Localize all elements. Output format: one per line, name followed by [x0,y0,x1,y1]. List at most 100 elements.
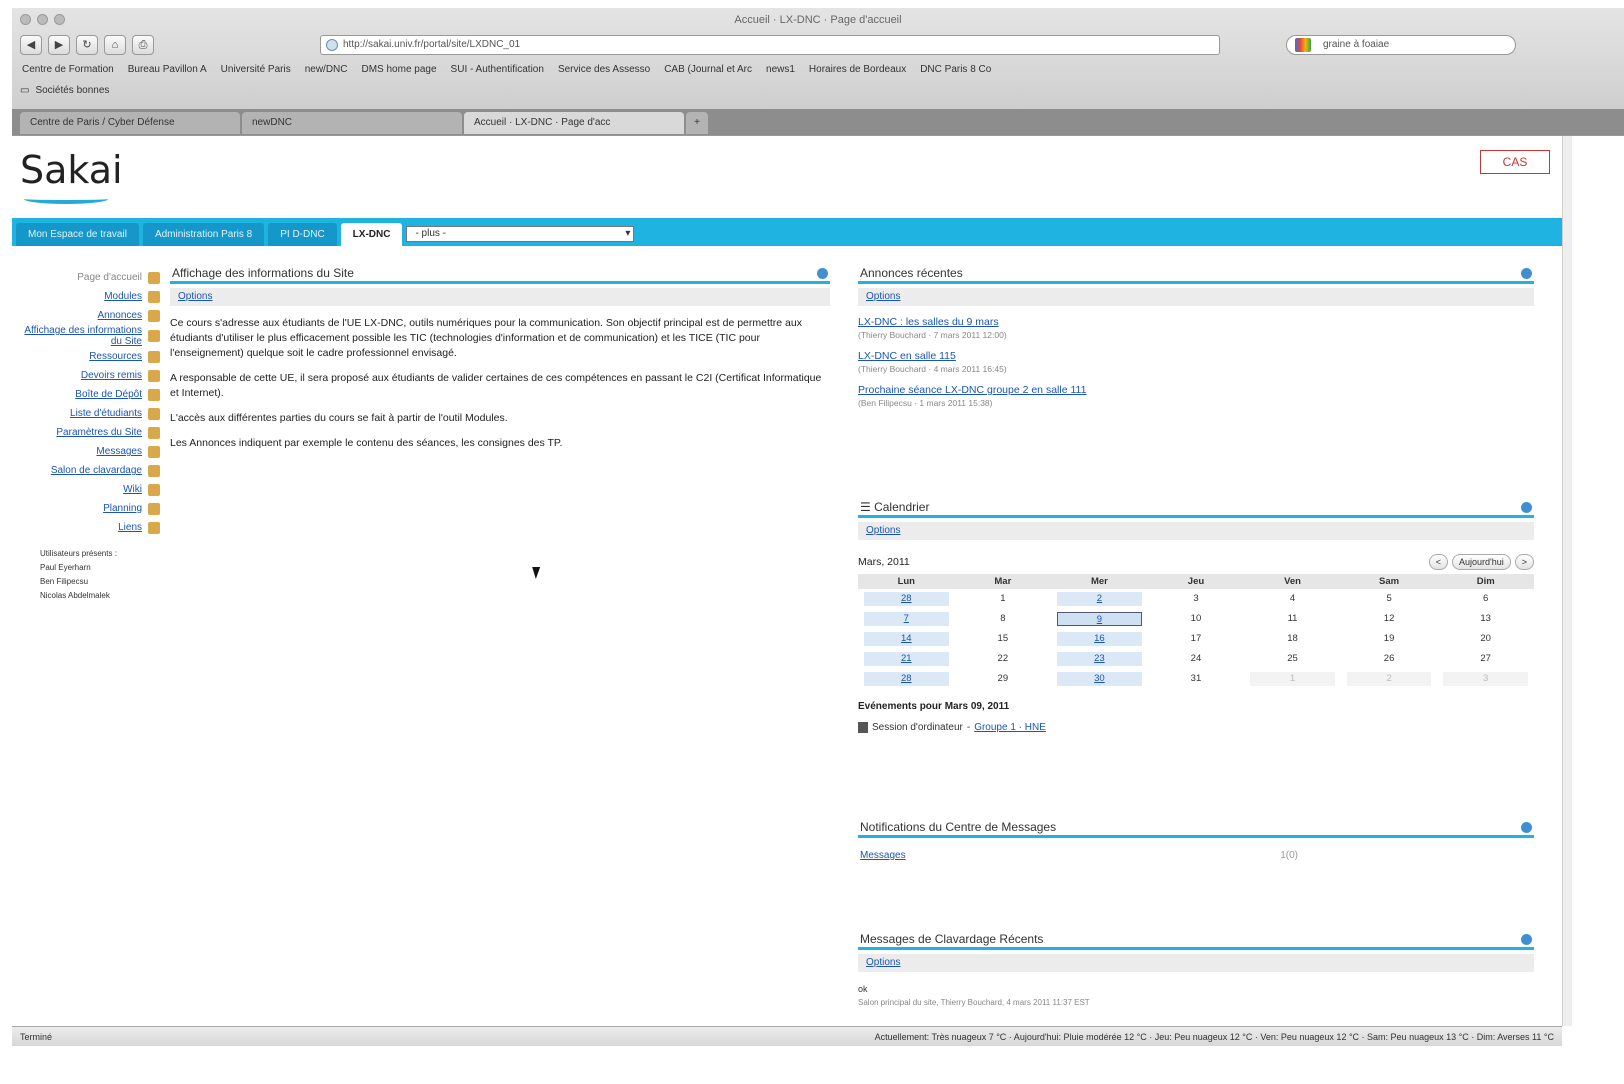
tool-menu-item[interactable]: Planning [20,499,160,518]
tool-menu-item[interactable]: Ressources [20,347,160,366]
help-icon[interactable] [1521,934,1532,945]
calendar-day-cell[interactable]: 5 [1341,589,1438,609]
tool-menu-item[interactable]: Liste d'étudiants [20,404,160,423]
calendar-day-cell[interactable]: 11 [1244,609,1341,629]
calendar-day-cell[interactable]: 24 [1148,649,1245,669]
browser-tab[interactable]: newDNC [242,112,462,134]
calendar-day-cell[interactable]: 28 [858,589,955,609]
tool-menu-item[interactable]: Modules [20,287,160,306]
options-link[interactable]: Options [866,291,900,302]
calendar-day[interactable]: 11 [1250,612,1335,626]
tool-menu-item[interactable]: Liens [20,518,160,537]
calendar-day[interactable]: 14 [864,632,949,646]
calendar-day[interactable]: 18 [1250,632,1335,646]
bookmark-item[interactable]: Bureau Pavillon A [128,64,207,75]
options-link[interactable]: Options [178,291,212,302]
announcement-link[interactable]: LX-DNC : les salles du 9 mars [858,316,999,328]
tool-menu-label[interactable]: Messages [96,446,142,457]
more-sites-select[interactable]: - plus - [406,226,635,242]
home-icon[interactable]: ⌂ [104,35,126,55]
tool-menu-label[interactable]: Paramètres du Site [56,427,142,438]
calendar-day[interactable]: 25 [1250,652,1335,666]
bookmark-item[interactable]: Service des Assesso [558,64,650,75]
calendar-day-cell[interactable]: 16 [1051,629,1148,649]
calendar-day[interactable]: 26 [1347,652,1432,666]
bookmark-item[interactable]: news1 [766,64,795,75]
calendar-day[interactable]: 10 [1154,612,1239,626]
page-scrollbar[interactable] [1562,136,1572,1026]
today-button[interactable]: Aujourd'hui [1451,554,1511,570]
calendar-day[interactable]: 3 [1443,672,1528,686]
calendar-day[interactable]: 3 [1154,592,1239,606]
browser-tab[interactable]: Centre de Paris / Cyber Défense [20,112,240,134]
bookmark-item[interactable]: new/DNC [305,64,348,75]
tool-menu-label[interactable]: Devoirs remis [81,370,142,381]
site-tab-current[interactable]: LX-DNC [340,223,403,246]
tool-menu-label[interactable]: Boîte de Dépôt [75,389,142,400]
help-icon[interactable] [1521,822,1532,833]
calendar-day[interactable]: 23 [1057,652,1142,666]
calendar-day[interactable]: 28 [864,672,949,686]
calendar-day[interactable]: 30 [1057,672,1142,686]
previous-month-button[interactable]: < [1428,554,1448,570]
bookmark-item[interactable]: Université Paris [221,64,291,75]
forward-icon[interactable]: ▶ [48,35,70,55]
calendar-day[interactable]: 28 [864,592,949,606]
calendar-day-cell[interactable]: 3 [1437,669,1534,689]
calendar-day[interactable]: 2 [1346,672,1432,686]
calendar-day[interactable]: 27 [1443,652,1528,666]
calendar-day[interactable]: 12 [1347,612,1432,626]
calendar-day[interactable]: 1 [961,592,1046,606]
calendar-day[interactable]: 13 [1443,612,1528,626]
event-link[interactable]: Groupe 1 · HNE [974,722,1046,733]
calendar-day-cell[interactable]: 23 [1051,649,1148,669]
calendar-day-cell[interactable]: 29 [955,669,1052,689]
calendar-day-cell[interactable]: 21 [858,649,955,669]
tool-menu-label[interactable]: Page d'accueil [77,272,142,283]
tool-menu-label[interactable]: Annonces [98,310,142,321]
tool-menu-item[interactable]: Affichage des informations du Site [20,325,160,347]
calendar-day-cell[interactable]: 13 [1437,609,1534,629]
calendar-day-cell[interactable]: 17 [1148,629,1245,649]
minimize-window-button[interactable] [37,14,48,25]
tool-menu-label[interactable]: Liste d'étudiants [70,408,142,419]
back-icon[interactable]: ◀ [20,35,42,55]
tool-menu-item[interactable]: Wiki [20,480,160,499]
site-tab[interactable]: Mon Espace de travail [16,223,139,246]
calendar-day[interactable]: 21 [864,652,949,666]
calendar-day-cell[interactable]: 4 [1244,589,1341,609]
bookmark-item[interactable]: Horaires de Bordeaux [809,64,906,75]
calendar-day[interactable]: 1 [1250,672,1335,686]
calendar-day-cell[interactable]: 3 [1148,589,1245,609]
help-icon[interactable] [817,268,828,279]
calendar-day[interactable]: 2 [1057,592,1142,606]
tool-menu-item[interactable]: Boîte de Dépôt [20,385,160,404]
calendar-day-cell[interactable]: 18 [1244,629,1341,649]
calendar-day-cell[interactable]: 19 [1341,629,1438,649]
tool-menu-label[interactable]: Liens [118,522,142,533]
calendar-day-cell[interactable]: 15 [955,629,1052,649]
calendar-day-cell[interactable]: 6 [1437,589,1534,609]
calendar-day[interactable]: 17 [1154,632,1239,646]
tool-menu-item[interactable]: Devoirs remis [20,366,160,385]
calendar-day-cell[interactable]: 31 [1148,669,1245,689]
calendar-day-cell[interactable]: 1 [955,589,1052,609]
calendar-day[interactable]: 5 [1347,592,1432,606]
site-tab[interactable]: Administration Paris 8 [142,223,265,246]
calendar-day-cell[interactable]: 25 [1244,649,1341,669]
next-month-button[interactable]: > [1514,554,1534,570]
calendar-day-cell[interactable]: 22 [955,649,1052,669]
calendar-day[interactable]: 19 [1347,632,1432,646]
calendar-day-cell[interactable]: 2 [1341,669,1438,689]
tool-menu-item[interactable]: Messages [20,442,160,461]
new-tab-icon[interactable]: + [686,112,708,134]
announcement-link[interactable]: LX-DNC en salle 115 [858,350,956,362]
tool-menu-label[interactable]: Wiki [123,484,142,495]
close-window-button[interactable] [20,14,31,25]
tool-menu-item[interactable]: Page d'accueil [20,268,160,287]
bookmark-item[interactable]: SUI - Authentification [451,64,544,75]
calendar-day-cell[interactable]: 9 [1051,609,1148,629]
reload-icon[interactable]: ↻ [76,35,98,55]
calendar-day-cell[interactable]: 1 [1244,669,1341,689]
calendar-day[interactable]: 15 [961,632,1046,646]
